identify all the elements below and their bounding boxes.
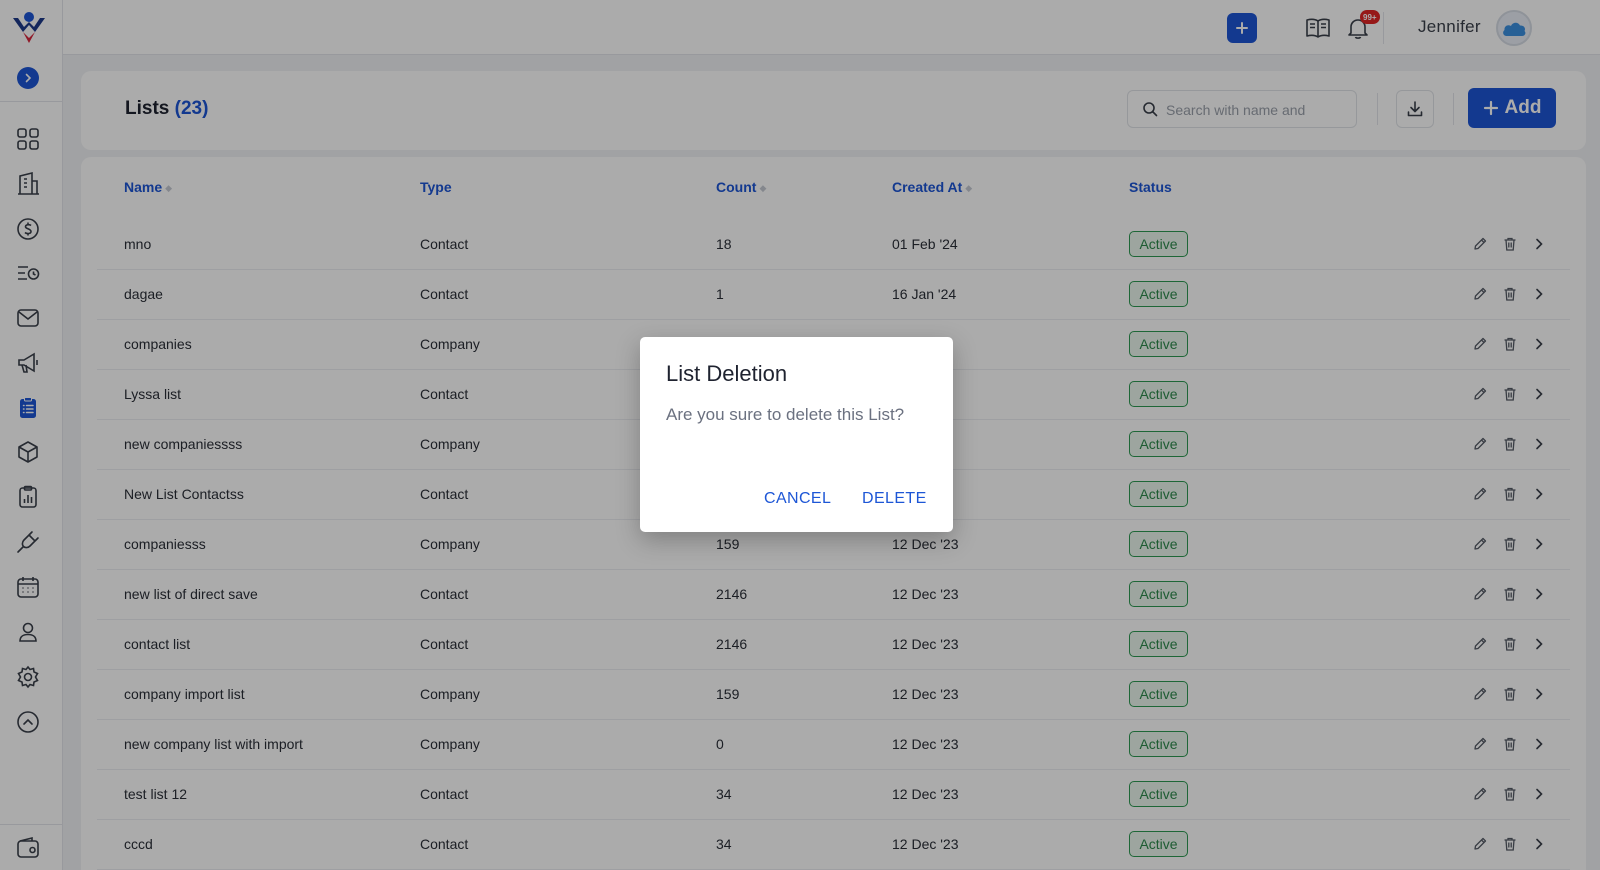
- dialog-title: List Deletion: [666, 361, 788, 386]
- dialog-message: Are you sure to delete this List?: [666, 405, 905, 424]
- delete-button[interactable]: DELETE: [862, 490, 927, 508]
- list-deletion-dialog: List Deletion Are you sure to delete thi…: [640, 337, 953, 532]
- cancel-button[interactable]: CANCEL: [764, 490, 831, 508]
